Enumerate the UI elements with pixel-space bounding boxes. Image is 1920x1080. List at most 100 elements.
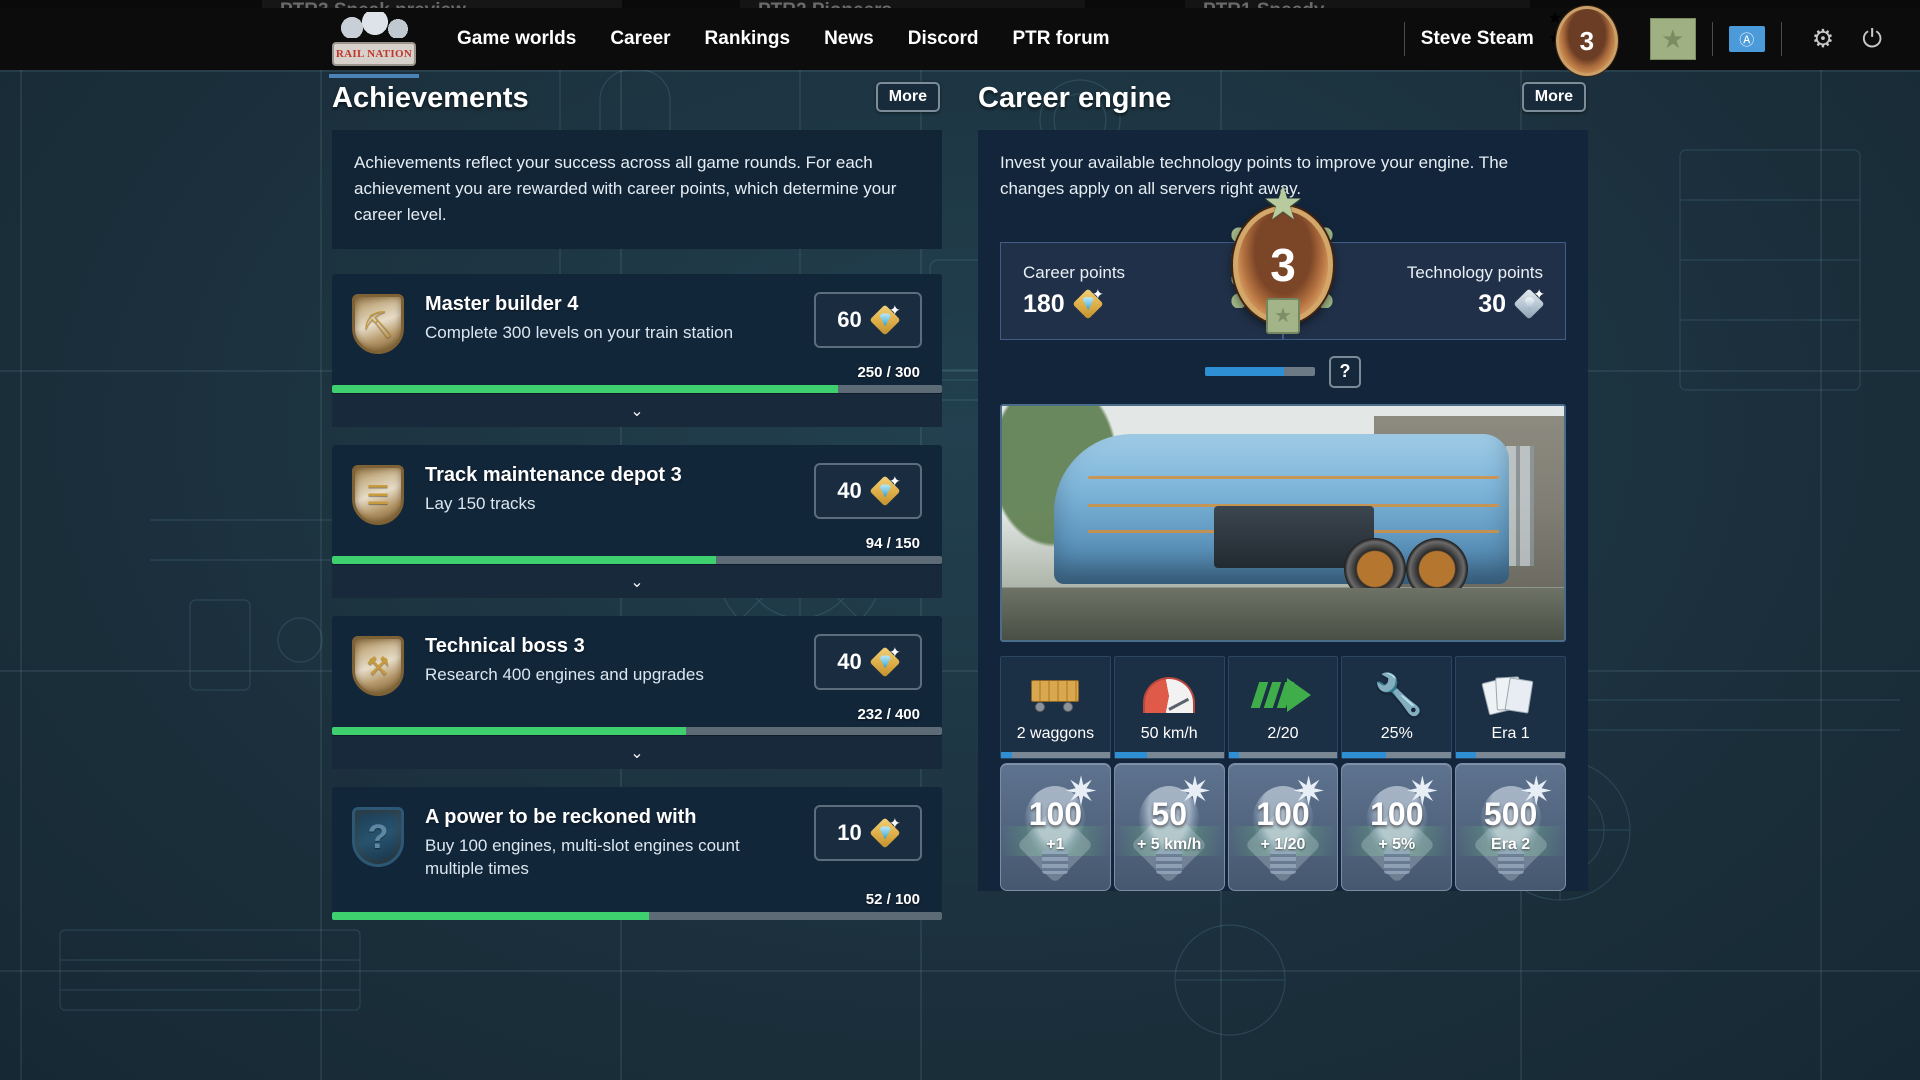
nav-item-rankings[interactable]: Rankings: [688, 28, 808, 50]
achievement-item[interactable]: ? A power to be reckoned with Buy 100 en…: [332, 787, 942, 921]
career-points-value: 180: [1023, 289, 1065, 318]
divider: [1780, 22, 1782, 56]
level-progress-bar: [1205, 367, 1315, 377]
accel-icon: [1250, 669, 1311, 721]
career-engine-panel: Invest your available technology points …: [978, 130, 1588, 891]
nav-item-discord[interactable]: Discord: [891, 28, 996, 50]
career-point-icon: ✦: [869, 645, 901, 679]
achievement-points-value: 60: [837, 307, 862, 333]
star-tile-icon[interactable]: ★: [1649, 18, 1696, 60]
achievement-progress-text: 52 / 100: [865, 891, 920, 909]
nav-item-game-worlds[interactable]: Game worlds: [440, 28, 593, 50]
engine-image: [1000, 403, 1566, 642]
achievement-expand-toggle[interactable]: ⌄: [332, 735, 942, 770]
chevron-down-icon: ⌄: [630, 573, 644, 591]
help-button[interactable]: ?: [1329, 355, 1361, 388]
upgrade-button-era[interactable]: ✷ 500 Era 2: [1455, 762, 1566, 891]
stat-label: Era 1: [1491, 724, 1530, 742]
upgrade-cost: 500: [1483, 795, 1538, 832]
wagon-icon: [1027, 669, 1083, 721]
upgrade-bonus: +1: [1046, 835, 1065, 853]
achievement-expand-toggle[interactable]: ⌄: [332, 564, 942, 599]
career-engine-more-button[interactable]: More: [1521, 82, 1586, 112]
nav-item-ptr-forum[interactable]: PTR forum: [995, 28, 1126, 50]
active-tab-underline: [329, 74, 419, 78]
stat-progress-bar: [1114, 751, 1224, 758]
achievement-progress-bar: [332, 727, 942, 736]
stat-progress-bar: [1001, 751, 1110, 758]
progress-fill: [332, 727, 686, 736]
career-point-icon: ✦: [869, 303, 901, 337]
page-title: Achievements: [332, 82, 529, 114]
medal-star-icon: ★: [1262, 176, 1304, 229]
upgrade-bonus: Era 2: [1491, 835, 1531, 853]
divider: [1403, 22, 1405, 56]
achievement-name: Track maintenance depot 3: [425, 464, 682, 487]
achievement-item[interactable]: ⛏ Master builder 4 Complete 300 levels o…: [332, 274, 942, 428]
rail-nation-logo[interactable]: RAIL NATION: [329, 12, 419, 78]
career-level-medal[interactable]: ★ 3 ★: [1548, 6, 1632, 76]
achievements-column: Achievements More Achievements reflect y…: [332, 82, 942, 921]
career-point-icon: ✦: [1072, 287, 1104, 320]
progress-fill: [1001, 751, 1012, 758]
user-cluster: Steve Steam ★ 3 ★ ★ Ⓐ ⚙ ⏻: [1388, 6, 1920, 76]
achievement-points-badge: 40 ✦: [814, 463, 922, 520]
achievements-list: ⛏ Master builder 4 Complete 300 levels o…: [332, 274, 942, 921]
achievements-header: Achievements More: [332, 82, 942, 130]
career-point-icon: ✦: [869, 474, 901, 508]
achievement-progress-text: 232 / 400: [857, 706, 920, 724]
upgrade-button-acceleration[interactable]: ✷ 100 + 1/20: [1227, 762, 1339, 891]
achievement-description: Lay 150 tracks: [425, 494, 536, 514]
career-point-icon: ✦: [869, 816, 901, 850]
stat-maintenance: 🔧 25%: [1341, 655, 1453, 759]
stat-label: 25%: [1380, 724, 1413, 742]
achievement-points-badge: 10 ✦: [814, 805, 922, 862]
image-platform: [1002, 587, 1564, 640]
badge-glyph: ?: [367, 817, 389, 856]
achievement-item[interactable]: ☰ Track maintenance depot 3 Lay 150 trac…: [332, 445, 942, 599]
stat-acceleration: 2/20: [1227, 655, 1339, 759]
technology-points-label: Technology points: [1406, 262, 1543, 282]
technology-points-value: 30: [1478, 289, 1506, 318]
achievements-more-button[interactable]: More: [875, 82, 940, 112]
career-level-medal-large: 3 ★ ★: [1224, 180, 1342, 334]
level-progress-row: ?: [978, 355, 1588, 388]
upgrade-bonus: + 5%: [1378, 835, 1416, 853]
badge-glyph: ⚒: [366, 650, 390, 681]
main-menu: Game worlds Career Rankings News Discord…: [440, 28, 1127, 50]
upgrade-button-speed[interactable]: ✷ 50 + 5 km/h: [1113, 762, 1225, 891]
nav-item-career[interactable]: Career: [593, 28, 687, 50]
globe-icon[interactable]: Ⓐ: [1728, 26, 1765, 52]
progress-fill: [1228, 751, 1240, 758]
upgrade-button-maintenance[interactable]: ✷ 100 + 5%: [1341, 762, 1453, 891]
locomotive-icon: [1054, 433, 1509, 600]
blueprint-crosshairs: [0, 0, 1920, 1080]
achievement-points-value: 40: [837, 478, 862, 504]
stat-progress-bar: [1228, 751, 1338, 758]
speed-icon: [1143, 669, 1196, 721]
nav-item-news[interactable]: News: [807, 28, 891, 50]
blueprint-background: [59, 39, 1900, 1036]
achievement-description: Buy 100 engines, multi-slot engines coun…: [425, 836, 740, 879]
achievement-name: Technical boss 3: [425, 635, 585, 658]
achievement-points-badge: 60 ✦: [814, 292, 922, 349]
main-navigation-bar: RAIL NATION Game worlds Career Rankings …: [0, 6, 1920, 78]
gear-icon[interactable]: ⚙: [1812, 24, 1834, 54]
achievement-badge-icon: ⚒: [352, 636, 404, 697]
achievement-description: Research 400 engines and upgrades: [425, 665, 704, 685]
upgrade-cost: 50: [1151, 795, 1187, 832]
achievement-points-badge: 40 ✦: [814, 634, 922, 691]
stat-progress-bar: [1456, 751, 1565, 758]
achievement-expand-toggle[interactable]: ⌄: [332, 393, 942, 428]
achievement-progress-bar: [332, 385, 942, 394]
power-icon[interactable]: ⏻: [1862, 25, 1882, 54]
upgrade-button-waggons[interactable]: ✷ 100 +1: [1000, 762, 1111, 891]
achievement-name: A power to be reckoned with: [425, 806, 697, 829]
stat-label: 2 waggons: [1016, 724, 1095, 742]
achievement-badge-locked-icon: ?: [352, 807, 404, 868]
achievement-item[interactable]: ⚒ Technical boss 3 Research 400 engines …: [332, 616, 942, 770]
achievements-intro-text: Achievements reflect your success across…: [332, 130, 942, 250]
progress-fill: [332, 385, 839, 394]
